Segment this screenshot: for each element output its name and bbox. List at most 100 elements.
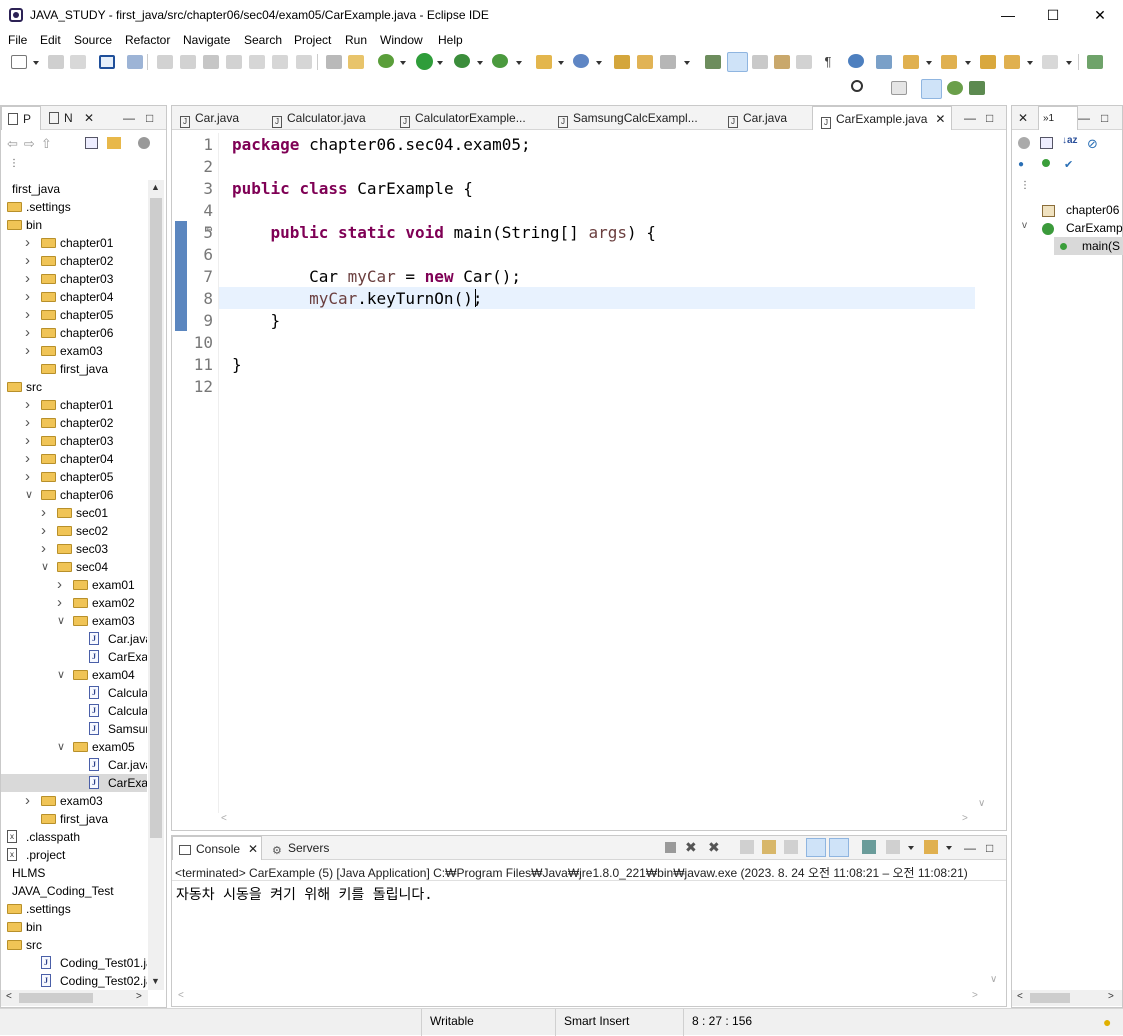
tree-item[interactable]: ∨ exam04 (1, 666, 147, 684)
next-annotation-icon[interactable] (876, 55, 892, 69)
terminal-icon[interactable] (99, 55, 115, 69)
word-wrap-console-icon[interactable] (762, 840, 776, 854)
tree-item[interactable]: ∨ sec04 (1, 558, 147, 576)
outline-minimize-icon[interactable]: — (1078, 111, 1090, 125)
step-return-icon[interactable] (296, 55, 312, 69)
maximize-icon[interactable]: □ (146, 111, 153, 125)
terminate-console-icon[interactable] (665, 842, 676, 853)
chevron-down-icon[interactable]: ∨ (57, 738, 65, 756)
outline-package-label[interactable]: chapter06 (1066, 203, 1119, 217)
chevron-right-icon[interactable]: › (25, 468, 30, 486)
globe-icon[interactable] (848, 54, 864, 68)
outline-view-menu-icon[interactable]: ⋮ (1020, 180, 1030, 191)
git-perspective-icon[interactable] (969, 81, 985, 95)
tree-item[interactable]: ∨ exam05 (1, 738, 147, 756)
outline-maximize-icon[interactable]: □ (1101, 111, 1108, 125)
chevron-right-icon[interactable]: › (25, 270, 30, 288)
chevron-right-icon[interactable]: › (57, 594, 62, 612)
outline-filter-icon[interactable] (1018, 137, 1030, 149)
show-console-on-output-icon[interactable] (806, 838, 826, 857)
step-over-icon[interactable] (272, 55, 288, 69)
next-edit-icon[interactable] (903, 55, 919, 69)
chevron-right-icon[interactable]: › (25, 234, 30, 252)
outline-method-label[interactable]: main(S (1082, 239, 1120, 253)
show-console-on-error-icon[interactable] (829, 838, 849, 857)
tree-item[interactable]: bin (1, 216, 147, 234)
editor-tab[interactable]: J CarExample.java ✕ (812, 106, 952, 130)
close-icon[interactable]: ✕ (84, 111, 94, 125)
menu-search[interactable]: Search (244, 33, 282, 47)
menu-project[interactable]: Project (294, 33, 331, 47)
tree-item[interactable]: › chapter01 (1, 234, 147, 252)
menu-edit[interactable]: Edit (40, 33, 61, 47)
word-wrap-icon[interactable] (774, 55, 790, 69)
explorer-horizontal-scrollbar[interactable]: < > (1, 990, 148, 1006)
tree-item[interactable]: .settings (1, 900, 147, 918)
chevron-right-icon[interactable]: › (41, 522, 46, 540)
menu-help[interactable]: Help (438, 33, 463, 47)
code-area[interactable]: ⊖ 1 2 3 4 5 6 7 8 9 10 11 12 package chapter06.sec04… (175, 133, 975, 813)
tree-item[interactable]: J Calculator (1, 684, 147, 702)
chevron-down-icon[interactable]: ∨ (41, 558, 49, 576)
console-vertical-scrollbar[interactable]: ∨ (987, 882, 1003, 990)
outline-collapse-icon[interactable] (1040, 137, 1053, 149)
chevron-right-icon[interactable]: › (25, 288, 30, 306)
tree-item[interactable]: J Calculator (1, 702, 147, 720)
tab-console[interactable]: Console ✕ (172, 836, 262, 860)
block-selection-icon[interactable] (752, 55, 768, 69)
open-type-icon[interactable] (614, 55, 630, 69)
open-perspective-icon[interactable] (891, 81, 907, 95)
sort-icon[interactable]: ↓az (1062, 135, 1078, 146)
editor-tab[interactable]: J Car.java (172, 106, 260, 130)
chevron-down-icon[interactable]: ∨ (25, 486, 33, 504)
new-icon[interactable] (11, 55, 27, 69)
save-all-icon[interactable] (70, 55, 86, 69)
chevron-right-icon[interactable]: › (25, 324, 30, 342)
tree-item[interactable]: › chapter03 (1, 270, 147, 288)
tab-outline[interactable]: »1 (1038, 106, 1078, 130)
close-icon[interactable]: ✕ (248, 842, 258, 856)
new-class-icon[interactable] (573, 54, 589, 68)
tree-item[interactable]: x .classpath (1, 828, 147, 846)
tree-item[interactable]: J Coding_Test02.java (1, 972, 147, 990)
remove-launch-icon[interactable]: ✖ (685, 839, 697, 856)
remove-all-terminated-icon[interactable]: ✖ (708, 839, 720, 856)
show-source-icon[interactable] (796, 55, 812, 69)
forward-icon[interactable] (1042, 55, 1058, 69)
suspend-icon[interactable] (180, 55, 196, 69)
drop-to-frame-icon[interactable] (326, 55, 342, 69)
editor-vertical-scrollbar[interactable]: ∨ (975, 136, 991, 811)
editor-tab[interactable]: J Calculator.java (264, 106, 388, 130)
outline-expand-arrow[interactable]: v (1022, 220, 1027, 231)
tree-item[interactable]: J SamsungC (1, 720, 147, 738)
console-minimize-icon[interactable]: — (964, 841, 976, 855)
mark-occurrences-icon[interactable] (727, 52, 748, 72)
tree-item[interactable]: src (1, 936, 147, 954)
chevron-right-icon[interactable]: › (25, 450, 30, 468)
debug-perspective-icon[interactable] (947, 81, 963, 95)
tree-item[interactable]: › chapter01 (1, 396, 147, 414)
disconnect-icon[interactable] (226, 55, 242, 69)
tab-servers[interactable]: ⚙ Servers (268, 836, 338, 860)
tree-item[interactable]: first_java (1, 810, 147, 828)
up-icon[interactable]: ⇧ (41, 136, 58, 151)
pin-console-icon[interactable] (862, 840, 876, 854)
editor-tab[interactable]: J CalculatorExample... (392, 106, 546, 130)
filters-icon[interactable] (138, 137, 150, 149)
close-icon[interactable]: ✕ (935, 112, 945, 126)
resume-icon[interactable] (157, 55, 173, 69)
annotation-icon[interactable] (705, 55, 721, 69)
terminate-icon[interactable] (203, 55, 219, 69)
tree-item[interactable]: › chapter05 (1, 468, 147, 486)
tree-item[interactable]: J Coding_Test01.java (1, 954, 147, 972)
close-button[interactable]: ✕ (1077, 0, 1123, 30)
prev-edit-icon[interactable] (941, 55, 957, 69)
tree-item[interactable]: › exam02 (1, 594, 147, 612)
menu-source[interactable]: Source (74, 33, 112, 47)
tree-item[interactable]: x .project (1, 846, 147, 864)
whitespace-icon[interactable]: ¶ (820, 55, 836, 69)
tree-item[interactable]: J CarExamp (1, 774, 147, 792)
editor-minimize-icon[interactable]: — (964, 111, 976, 125)
outline-class-label[interactable]: CarExamp (1066, 221, 1123, 235)
use-step-filters-icon[interactable] (348, 55, 364, 69)
